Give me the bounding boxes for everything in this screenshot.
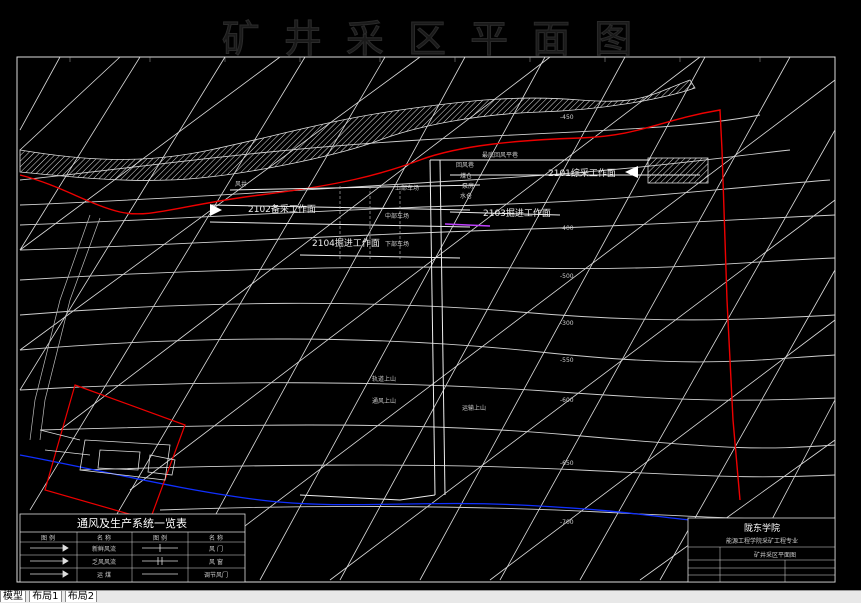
svg-text:图 例: 图 例 [41, 534, 55, 542]
tab-layout1[interactable]: 布局1 [29, 590, 62, 602]
workface-2104: 2104掘进工作面 [312, 237, 380, 249]
workface-2101: 2101综采工作面 [548, 167, 616, 179]
svg-text:名 称: 名 称 [209, 534, 223, 542]
tab-layout2[interactable]: 布局2 [64, 590, 98, 602]
svg-text:图 例: 图 例 [153, 534, 167, 542]
svg-text:风 门: 风 门 [209, 545, 223, 553]
layout-tab-bar: 模型 布局1 布局2 [0, 590, 861, 603]
svg-text:风 窗: 风 窗 [209, 558, 223, 566]
svg-text:最底回风平巷: 最底回风平巷 [482, 151, 518, 159]
svg-text:乏风风流: 乏风风流 [92, 558, 116, 566]
school-name: 陇东学院 [744, 522, 780, 534]
svg-text:新鲜风流: 新鲜风流 [92, 545, 116, 553]
svg-text:运输上山: 运输上山 [462, 404, 486, 412]
svg-text:-300: -300 [560, 320, 574, 327]
svg-text:下部车场: 下部车场 [385, 240, 409, 248]
drawing-name: 矿井采区平面图 [754, 551, 796, 559]
svg-text:中部车场: 中部车场 [385, 212, 409, 220]
drawing-title: 矿 井 采 区 平 面 图 [222, 17, 638, 61]
svg-text:回风巷: 回风巷 [456, 161, 474, 169]
svg-text:水仓: 水仓 [460, 192, 472, 200]
svg-text:煤仓: 煤仓 [460, 172, 472, 180]
tab-model[interactable]: 模型 [0, 590, 26, 602]
svg-text:调节风门: 调节风门 [204, 571, 228, 579]
workface-2102: 2102备采工作面 [248, 203, 316, 215]
svg-text:-650: -650 [560, 460, 574, 467]
svg-text:名 称: 名 称 [97, 534, 111, 542]
svg-text:-400: -400 [560, 225, 574, 232]
svg-text:-550: -550 [560, 357, 574, 364]
svg-text:-450: -450 [560, 114, 574, 121]
legend-table: 通风及生产系统一览表 图 例 名 称 图 例 名 称 新鲜风流 风 门 乏风风流… [19, 513, 246, 583]
svg-text:-500: -500 [560, 273, 574, 280]
svg-text:上部车场: 上部车场 [395, 184, 419, 192]
svg-text:-700: -700 [560, 519, 574, 526]
workface-2103: 2103掘进工作面 [483, 207, 551, 219]
svg-text:-600: -600 [560, 397, 574, 404]
drawing-canvas: 矿 井 采 区 平 面 图 -450 -400 -500 -300 -550 -… [0, 0, 861, 602]
svg-text:泵房: 泵房 [462, 182, 474, 190]
legend-title: 通风及生产系统一览表 [77, 516, 187, 530]
svg-text:轨道上山: 轨道上山 [372, 375, 396, 383]
dept-name: 能源工程学院采矿工程专业 [726, 537, 798, 545]
svg-text:通风上山: 通风上山 [372, 397, 396, 405]
svg-text:运 煤: 运 煤 [97, 571, 111, 579]
mine-plan-svg: 矿 井 采 区 平 面 图 -450 -400 -500 -300 -550 -… [0, 0, 861, 590]
title-block: 陇东学院 能源工程学院采矿工程专业 矿井采区平面图 [687, 517, 836, 583]
coal-bunker [647, 157, 709, 184]
svg-text:风井: 风井 [235, 180, 247, 188]
